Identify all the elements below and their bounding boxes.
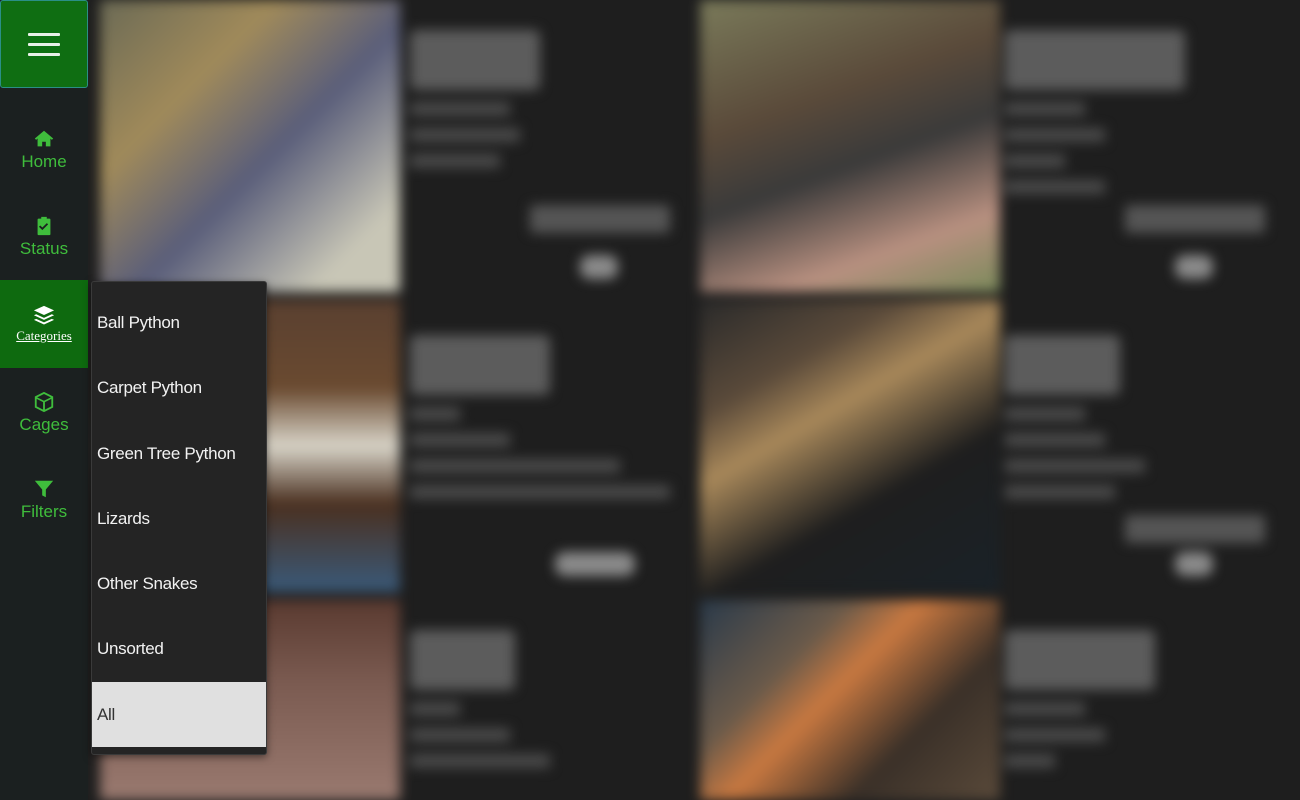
animal-card-text (410, 335, 670, 499)
animal-photo (700, 600, 1000, 800)
animal-icon (580, 255, 618, 279)
category-option[interactable]: Other Snakes (92, 551, 266, 616)
animal-card-text (1005, 630, 1155, 768)
animal-cards-grid (100, 0, 1300, 800)
animal-card-text (410, 30, 540, 168)
animal-icon (555, 552, 635, 576)
sidebar-item-status[interactable]: Status (0, 193, 88, 280)
animal-photo (100, 0, 400, 292)
sidebar-item-cages[interactable]: Cages (0, 369, 88, 456)
sidebar-item-label: Categories (16, 328, 72, 343)
category-option[interactable]: Ball Python (92, 290, 266, 355)
animal-icon (1175, 552, 1213, 576)
clipboard-check-icon (37, 216, 51, 235)
categories-dropdown: Ball Python Carpet Python Green Tree Pyt… (91, 281, 267, 755)
category-option[interactable]: Green Tree Python (92, 421, 266, 486)
sidebar-item-label: Status (19, 238, 69, 258)
home-icon (34, 130, 54, 146)
sidebar-item-categories[interactable]: Categories (0, 280, 88, 368)
sidebar-item-label: Filters (20, 501, 68, 521)
animal-photo (700, 0, 1000, 292)
category-option-selected[interactable]: All (92, 682, 266, 747)
filter-icon (34, 480, 54, 497)
animal-tag (1125, 205, 1265, 233)
animal-card-text (410, 630, 550, 768)
animal-photo (700, 300, 1000, 592)
animal-tag (1125, 515, 1265, 543)
animal-icon (1175, 255, 1213, 279)
sidebar-item-label: Home (21, 151, 67, 171)
category-option[interactable]: Lizards (92, 486, 266, 551)
category-option[interactable]: Unsorted (92, 616, 266, 681)
menu-button[interactable] (0, 0, 88, 88)
sidebar-item-filters[interactable]: Filters (0, 456, 88, 543)
animal-card-text (1005, 30, 1185, 194)
animal-tag (530, 205, 670, 233)
category-option[interactable]: Carpet Python (92, 355, 266, 420)
animal-card-text (1005, 335, 1145, 499)
box-icon (34, 391, 54, 412)
sidebar-item-home[interactable]: Home (0, 106, 88, 193)
sidebar-item-label: Cages (19, 414, 69, 434)
sidebar: Home Status Categories Cages Filters (0, 0, 88, 800)
hamburger-icon (28, 32, 60, 56)
layers-icon (33, 305, 55, 325)
